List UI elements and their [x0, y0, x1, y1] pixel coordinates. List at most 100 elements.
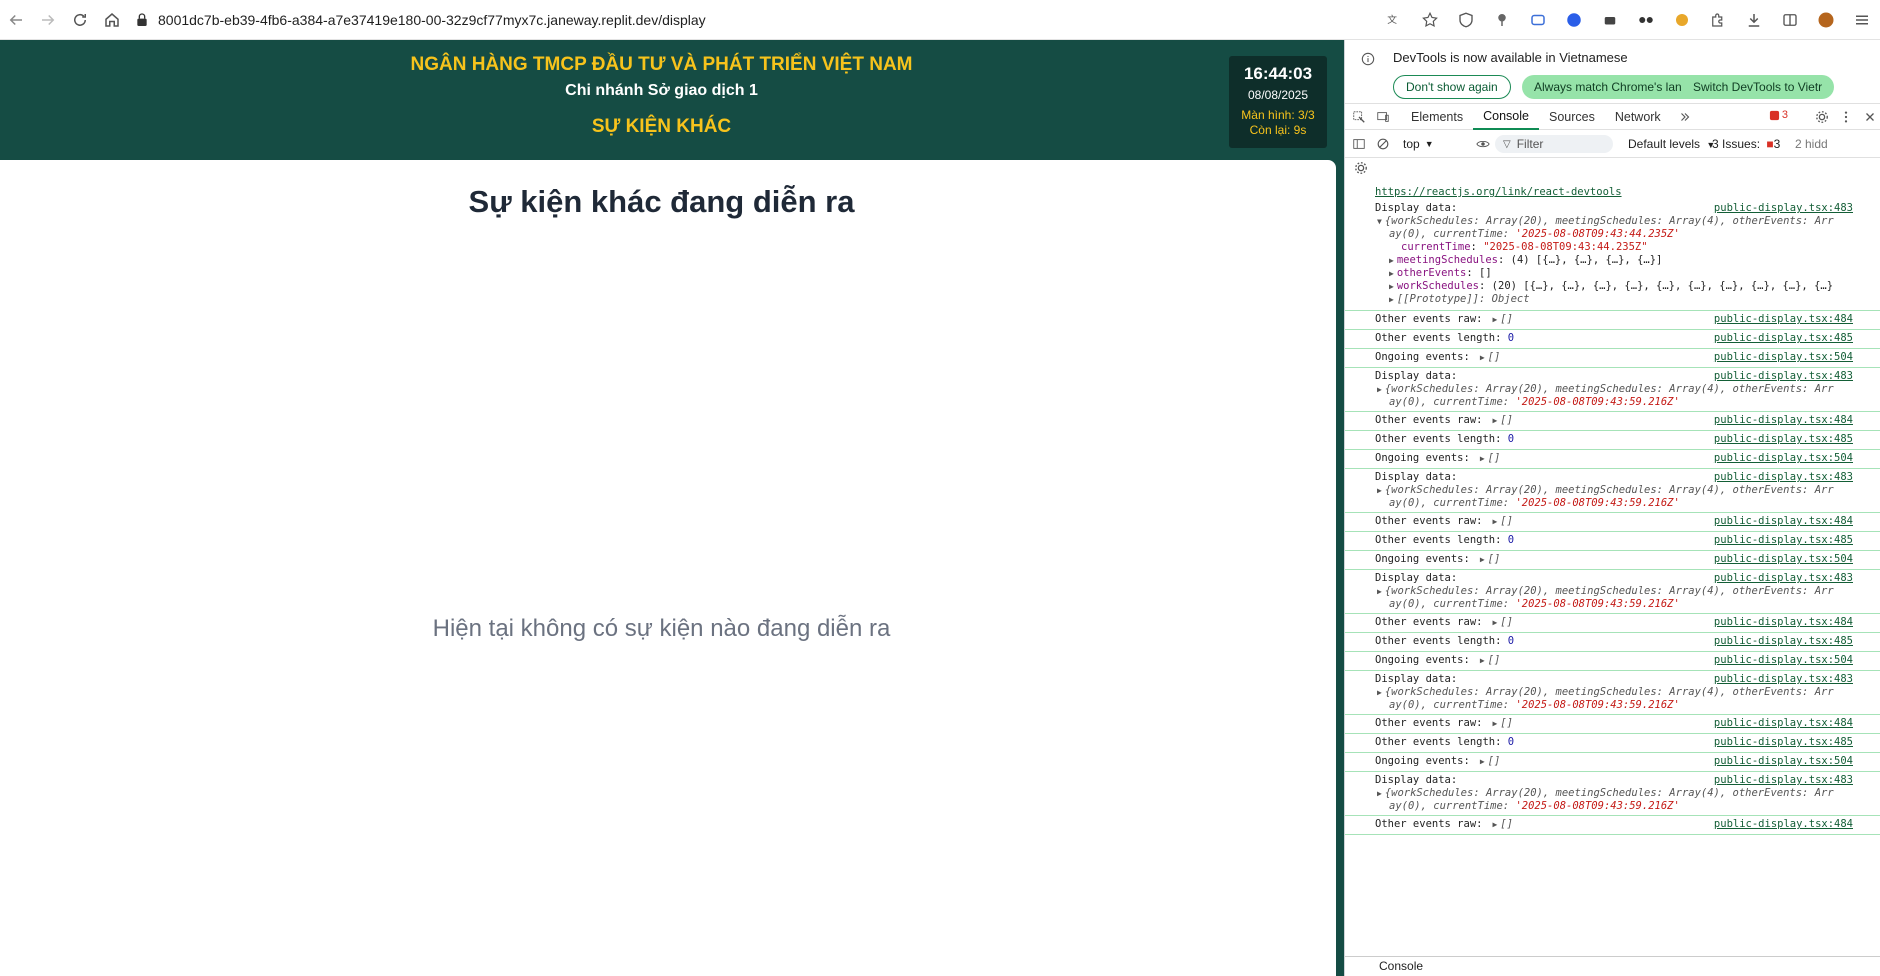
react-devtools-link[interactable]: https://reactjs.org/link/react-devtools: [1345, 186, 1880, 200]
tab-elements[interactable]: Elements: [1401, 104, 1473, 130]
shield-extension-button[interactable]: [1451, 5, 1481, 35]
log-source-link[interactable]: public-display.tsx:504: [1714, 654, 1853, 667]
log-source-link[interactable]: public-display.tsx:484: [1714, 717, 1853, 730]
devtools-menu-button[interactable]: [1836, 107, 1856, 127]
log-source-link[interactable]: public-display.tsx:484: [1714, 515, 1853, 528]
log-source-link[interactable]: public-display.tsx:483: [1714, 774, 1853, 787]
log-source-link[interactable]: public-display.tsx:485: [1714, 736, 1853, 749]
home-button[interactable]: [96, 4, 128, 36]
log-value[interactable]: []: [1500, 818, 1513, 830]
prop-meeting-schedules[interactable]: ▶ meetingSchedules: (4) [{…}, {…}, {…}, {…: [1375, 254, 1880, 267]
star-icon: [1422, 11, 1438, 28]
extensions-button[interactable]: [1703, 5, 1733, 35]
inspect-button[interactable]: [1349, 107, 1369, 127]
extension-3-button[interactable]: [1559, 5, 1589, 35]
log-list: Other events raw: ▶[] public-display.tsx:4…: [1345, 311, 1880, 835]
log-source-link[interactable]: public-display.tsx:504: [1714, 755, 1853, 768]
log-source-link[interactable]: public-display.tsx:485: [1714, 433, 1853, 446]
prop-prototype[interactable]: ▶ [[Prototype]]: Object: [1375, 293, 1880, 306]
log-value[interactable]: []: [1488, 351, 1501, 363]
clear-console-button[interactable]: [1373, 134, 1393, 154]
object-summary[interactable]: ▶ {workSchedules: Array(20), meetingSched…: [1375, 585, 1880, 598]
object-summary[interactable]: ▶ {workSchedules: Array(20), meetingSched…: [1375, 383, 1880, 396]
device-toolbar-button[interactable]: [1373, 107, 1393, 127]
error-badge[interactable]: 3: [1769, 109, 1788, 121]
switch-language-button[interactable]: Switch DevTools to Vietr: [1681, 75, 1835, 99]
more-tabs-button[interactable]: [1675, 107, 1695, 127]
devtools-close-button[interactable]: [1860, 107, 1880, 127]
tab-sources[interactable]: Sources: [1539, 104, 1605, 130]
extension-1-button[interactable]: [1487, 5, 1517, 35]
language-banner: DevTools is now available in Vietnamese …: [1345, 40, 1880, 104]
log-source-link[interactable]: public-display.tsx:484: [1714, 818, 1853, 831]
log-source-link[interactable]: public-display.tsx:504: [1714, 351, 1853, 364]
console-drawer[interactable]: Console: [1345, 956, 1880, 976]
extension-4-button[interactable]: [1595, 5, 1625, 35]
profile-button[interactable]: [1811, 5, 1841, 35]
dont-show-again-button[interactable]: Don't show again: [1393, 75, 1511, 99]
context-select[interactable]: top ▼: [1403, 137, 1434, 151]
live-expression-button[interactable]: [1473, 134, 1493, 154]
log-source-link[interactable]: public-display.tsx:484: [1714, 616, 1853, 629]
reload-button[interactable]: [64, 4, 96, 36]
bookmark-button[interactable]: [1415, 5, 1445, 35]
object-summary-line-1: {workSchedules: Array(20), meetingSchedu…: [1384, 484, 1834, 496]
log-value[interactable]: []: [1500, 515, 1513, 527]
puzzle-icon: [1712, 13, 1723, 27]
log-source-link[interactable]: public-display.tsx:483: [1714, 673, 1853, 686]
log-source-link[interactable]: public-display.tsx:504: [1714, 452, 1853, 465]
log-source-link[interactable]: public-display.tsx:484: [1714, 313, 1853, 326]
back-button[interactable]: [0, 4, 32, 36]
log-source-link[interactable]: public-display.tsx:483: [1714, 202, 1853, 215]
translate-button[interactable]: 文: [1379, 5, 1409, 35]
log-value[interactable]: []: [1500, 717, 1513, 729]
gear-icon: [1355, 162, 1367, 174]
filter-input[interactable]: ▽ Filter: [1495, 135, 1613, 153]
log-source-link[interactable]: public-display.tsx:485: [1714, 332, 1853, 345]
log-source-link[interactable]: public-display.tsx:483: [1714, 370, 1853, 383]
object-summary[interactable]: ▶ {workSchedules: Array(20), meetingSched…: [1375, 686, 1880, 699]
tab-network[interactable]: Network: [1605, 104, 1671, 130]
log-value[interactable]: []: [1488, 654, 1501, 666]
prop-value: (20) [{…}, {…}, {…}, {…}, {…}, {…}, {…},…: [1491, 280, 1834, 292]
log-source-link[interactable]: public-display.tsx:485: [1714, 635, 1853, 648]
log-value[interactable]: []: [1500, 313, 1513, 325]
log-value[interactable]: []: [1500, 616, 1513, 628]
time-remaining: Còn lại: 9s: [1249, 123, 1307, 137]
console-settings-button[interactable]: [1351, 158, 1371, 178]
side-panel-button[interactable]: [1775, 5, 1805, 35]
log-source-link[interactable]: public-display.tsx:483: [1714, 572, 1853, 585]
devtools-settings-button[interactable]: [1812, 107, 1832, 127]
tab-console[interactable]: Console: [1473, 104, 1539, 130]
log-value[interactable]: []: [1488, 553, 1501, 565]
extension-5-button[interactable]: [1631, 5, 1661, 35]
downloads-button[interactable]: [1739, 5, 1769, 35]
extension-2-button[interactable]: [1523, 5, 1553, 35]
info-icon: [1361, 52, 1375, 66]
issues-counter[interactable]: 3 Issues: ■3: [1712, 137, 1780, 151]
log-value[interactable]: []: [1488, 452, 1501, 464]
object-summary[interactable]: ▼ {workSchedules: Array(20), meetingSched…: [1375, 215, 1880, 228]
log-value[interactable]: []: [1500, 414, 1513, 426]
address-bar[interactable]: 8001dc7b-eb39-4fb6-a384-a7e37419e180-00-…: [134, 5, 706, 35]
log-value[interactable]: []: [1488, 755, 1501, 767]
log-entry: Other events length: 0 public-display.tsx…: [1345, 532, 1880, 551]
log-entry: Other events raw: ▶[] public-display.tsx:4…: [1345, 412, 1880, 431]
log-source-link[interactable]: public-display.tsx:485: [1714, 534, 1853, 547]
object-summary[interactable]: ▶ {workSchedules: Array(20), meetingSched…: [1375, 787, 1880, 800]
log-label: Other events raw:: [1375, 616, 1483, 628]
clock-date: 08/08/2025: [1247, 88, 1309, 102]
log-source-link[interactable]: public-display.tsx:483: [1714, 471, 1853, 484]
log-source-link[interactable]: public-display.tsx:484: [1714, 414, 1853, 427]
prop-other-events[interactable]: ▶ otherEvents: []: [1375, 267, 1880, 280]
extension-6-button[interactable]: [1667, 5, 1697, 35]
log-entry: Ongoing events: ▶[] public-display.tsx:504: [1345, 349, 1880, 368]
log-source-link[interactable]: public-display.tsx:504: [1714, 553, 1853, 566]
log-levels-select[interactable]: Default levels ▼: [1628, 137, 1715, 151]
forward-button[interactable]: [32, 4, 64, 36]
menu-button[interactable]: [1847, 5, 1877, 35]
object-summary[interactable]: ▶ {workSchedules: Array(20), meetingSched…: [1375, 484, 1880, 497]
expand-triangle-icon: ▶: [1492, 315, 1498, 324]
prop-work-schedules[interactable]: ▶ workSchedules: (20) [{…}, {…}, {…}, {…}…: [1375, 280, 1880, 293]
sidebar-toggle-button[interactable]: [1349, 134, 1369, 154]
